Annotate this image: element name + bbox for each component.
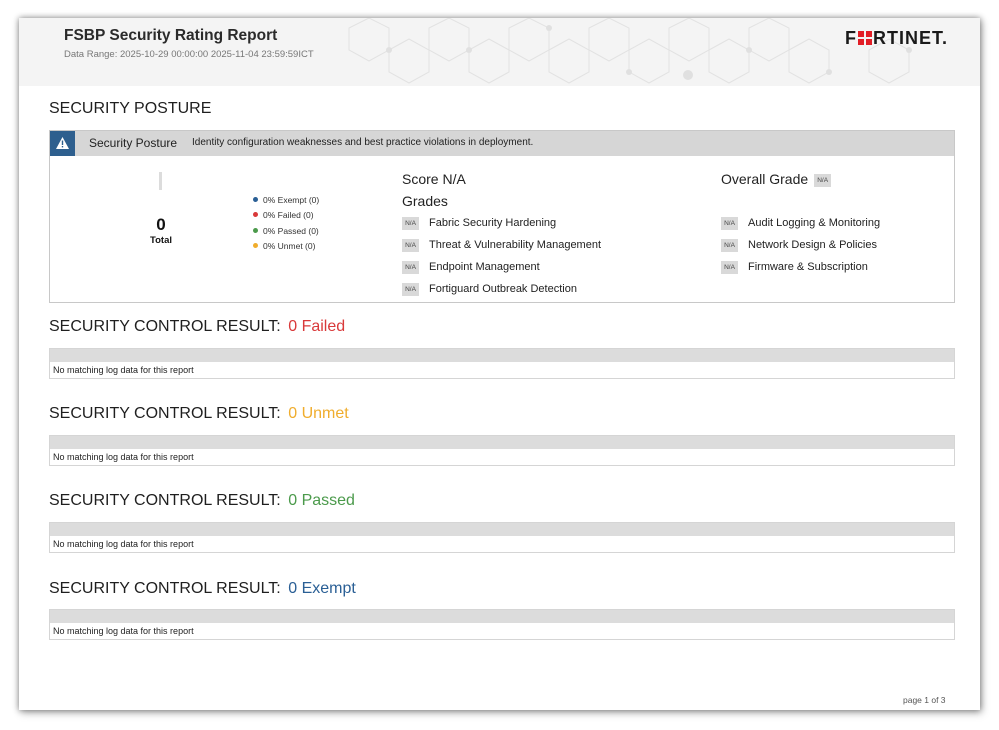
result-table-failed: No matching log data for this report <box>49 348 955 379</box>
empty-message: No matching log data for this report <box>53 365 194 375</box>
posture-bar-description: Identity configuration weaknesses and be… <box>192 137 534 148</box>
empty-message: No matching log data for this report <box>53 539 194 549</box>
grade-row: N/A Fabric Security Hardening <box>402 217 556 230</box>
grade-row: N/A Audit Logging & Monitoring <box>721 217 880 230</box>
result-status: Passed <box>301 492 355 509</box>
total-label: Total <box>150 235 172 246</box>
grade-badge: N/A <box>402 217 419 230</box>
legend-dot-icon <box>253 243 258 248</box>
donut-chart-placeholder <box>159 172 162 190</box>
posture-bar-label: Security Posture <box>89 136 178 150</box>
grade-row: N/A Fortiguard Outbreak Detection <box>402 283 577 296</box>
legend-item-passed: 0% Passed (0) <box>253 226 319 236</box>
result-table-unmet: No matching log data for this report <box>49 435 955 466</box>
security-posture-panel: Security Posture Identity configuration … <box>49 130 955 303</box>
result-status: Exempt <box>301 580 356 597</box>
result-count: 0 <box>288 405 298 422</box>
result-count: 0 <box>288 492 298 509</box>
posture-bar: Security Posture Identity configuration … <box>50 131 954 156</box>
grade-badge: N/A <box>402 239 419 252</box>
logo-squares-icon <box>858 31 872 45</box>
score-value: Score N/A <box>402 171 466 187</box>
result-heading-failed: SECURITY CONTROL RESULT: 0 Failed <box>49 318 346 335</box>
grade-row: N/A Endpoint Management <box>402 261 540 274</box>
empty-message: No matching log data for this report <box>53 452 194 462</box>
grade-row: N/A Threat & Vulnerability Management <box>402 239 601 252</box>
security-posture-heading: SECURITY POSTURE <box>49 100 212 117</box>
result-count: 0 <box>288 318 298 335</box>
table-header <box>50 523 954 536</box>
legend-item-unmet: 0% Unmet (0) <box>253 241 315 251</box>
total-count: 0 <box>156 215 166 234</box>
grade-badge: N/A <box>402 283 419 296</box>
legend-item-exempt: 0% Exempt (0) <box>253 195 319 205</box>
report-title: FSBP Security Rating Report <box>64 27 278 44</box>
grade-badge: N/A <box>402 261 419 274</box>
report-page: FSBP Security Rating Report Data Range: … <box>19 18 980 710</box>
result-table-passed: No matching log data for this report <box>49 522 955 553</box>
grade-badge: N/A <box>721 217 738 230</box>
result-status: Unmet <box>301 405 349 422</box>
page-number: page 1 of 3 <box>903 695 946 705</box>
fortinet-logo: F RTINET. <box>845 28 949 48</box>
result-heading-passed: SECURITY CONTROL RESULT: 0 Passed <box>49 492 355 509</box>
grades-heading: Grades <box>402 193 448 209</box>
grade-row: N/A Network Design & Policies <box>721 239 877 252</box>
table-header <box>50 349 954 362</box>
grade-badge: N/A <box>721 239 738 252</box>
empty-message: No matching log data for this report <box>53 626 194 636</box>
report-header: FSBP Security Rating Report Data Range: … <box>19 18 980 86</box>
data-range: Data Range: 2025-10-29 00:00:00 2025-11-… <box>64 49 314 60</box>
grade-row: N/A Firmware & Subscription <box>721 261 868 274</box>
legend-dot-icon <box>253 197 258 202</box>
result-status: Failed <box>301 318 346 335</box>
legend-dot-icon <box>253 212 258 217</box>
legend-dot-icon <box>253 228 258 233</box>
result-table-exempt: No matching log data for this report <box>49 609 955 640</box>
table-header <box>50 436 954 449</box>
result-heading-exempt: SECURITY CONTROL RESULT: 0 Exempt <box>49 580 356 597</box>
result-heading-unmet: SECURITY CONTROL RESULT: 0 Unmet <box>49 405 349 422</box>
overall-grade: Overall Grade N/A <box>721 171 832 187</box>
result-count: 0 <box>288 580 298 597</box>
warning-icon <box>50 131 75 156</box>
grade-badge: N/A <box>721 261 738 274</box>
legend-item-failed: 0% Failed (0) <box>253 210 314 220</box>
table-header <box>50 610 954 623</box>
overall-grade-badge: N/A <box>814 174 832 187</box>
